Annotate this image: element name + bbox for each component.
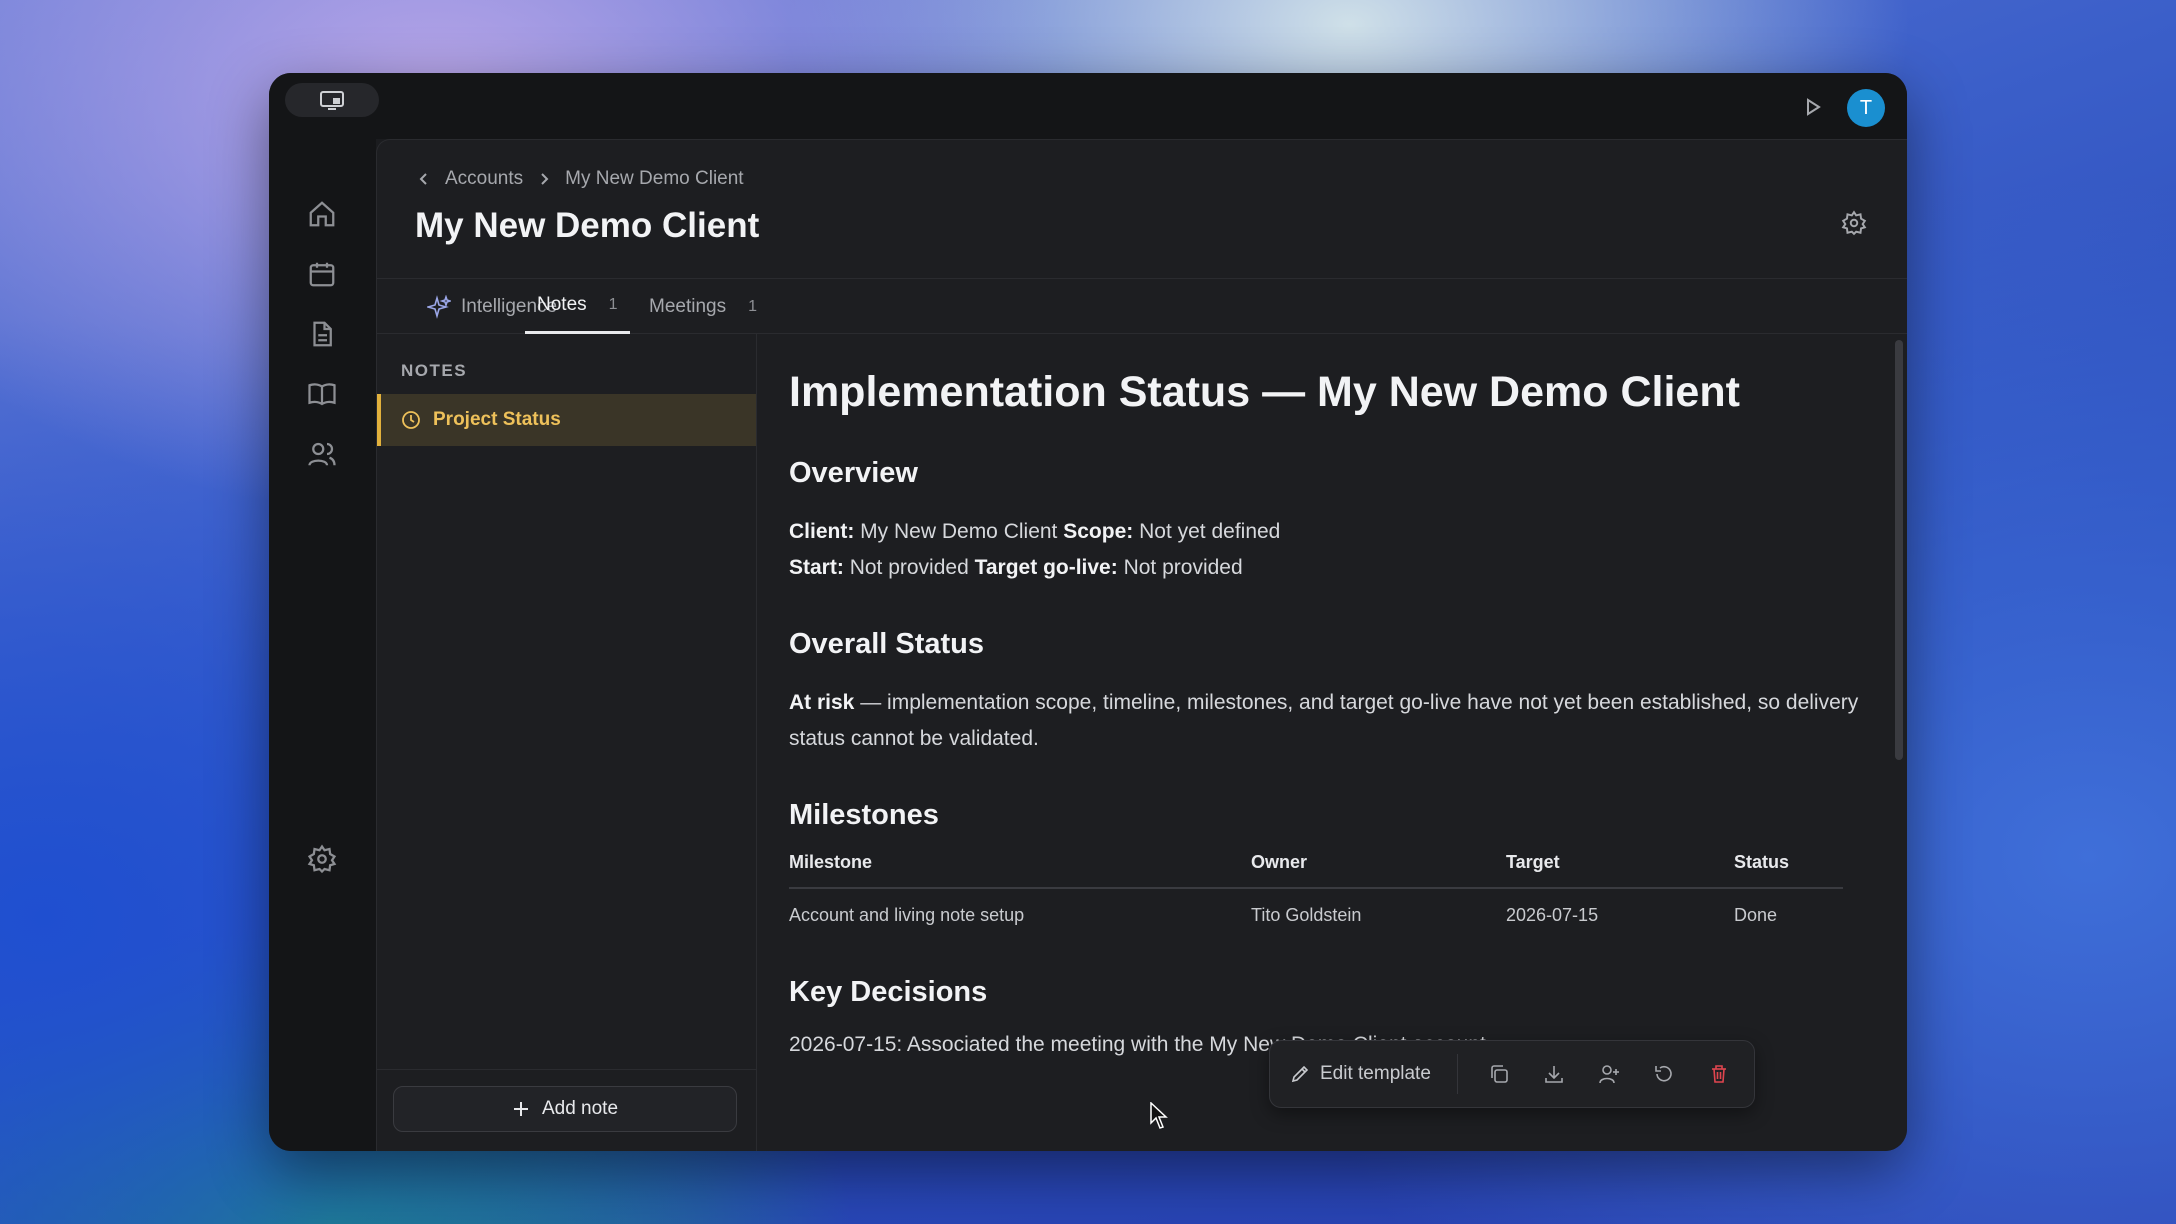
share-user-icon bbox=[1599, 1065, 1620, 1084]
main-content: Accounts My New Demo Client My New Demo … bbox=[376, 139, 1907, 1151]
nav-library[interactable] bbox=[305, 377, 339, 411]
client-label: Client: bbox=[789, 520, 855, 543]
sidebar-icon bbox=[320, 91, 344, 110]
user-avatar[interactable]: T bbox=[1847, 89, 1885, 127]
overview-section: Overview Client: My New Demo Client Scop… bbox=[789, 457, 1865, 586]
tab-label: Meetings bbox=[649, 295, 727, 317]
copy-button[interactable] bbox=[1472, 1054, 1527, 1094]
share-button[interactable] bbox=[1582, 1054, 1637, 1094]
overview-heading: Overview bbox=[789, 457, 918, 489]
golive-value: Not provided bbox=[1123, 556, 1243, 579]
column-header: Owner bbox=[1251, 844, 1506, 889]
scope-label: Scope: bbox=[1063, 520, 1134, 543]
column-header: Target bbox=[1506, 844, 1734, 889]
column-header: Milestone bbox=[789, 844, 1251, 889]
clock-icon bbox=[402, 411, 420, 429]
key-decisions-heading: Key Decisions bbox=[789, 976, 988, 1008]
notes-panel: NOTES Project Status Add note bbox=[377, 334, 757, 1151]
copy-icon bbox=[1491, 1065, 1509, 1083]
edit-template-button[interactable]: Edit template bbox=[1290, 1054, 1458, 1094]
overall-status-text: At risk — implementation scope, timeline… bbox=[789, 685, 1865, 757]
nav-settings[interactable] bbox=[305, 842, 339, 876]
plus-icon bbox=[513, 1102, 528, 1116]
sidebar-toggle-button[interactable] bbox=[285, 83, 379, 117]
nav-calendar[interactable] bbox=[305, 257, 339, 291]
breadcrumb: Accounts My New Demo Client bbox=[417, 168, 744, 190]
account-settings-button[interactable] bbox=[1841, 210, 1867, 236]
notes-footer: Add note bbox=[377, 1069, 756, 1151]
table-header-row: Milestone Owner Target Status bbox=[789, 844, 1843, 889]
table-cell: 2026-07-15 bbox=[1506, 905, 1599, 925]
sparkle-icon bbox=[427, 294, 451, 319]
golive-label: Target go-live: bbox=[974, 556, 1118, 579]
mouse-cursor-icon bbox=[1150, 1102, 1168, 1129]
nav-rail bbox=[269, 139, 376, 1151]
tab-bar: Intelligence Notes 1 Meetings 1 bbox=[377, 278, 1907, 334]
gear-icon bbox=[307, 844, 337, 874]
nav-documents[interactable] bbox=[305, 317, 339, 351]
gear-icon bbox=[1841, 210, 1867, 236]
note-toolbar: Edit template bbox=[1269, 1040, 1755, 1108]
status-description: — implementation scope, timeline, milest… bbox=[789, 691, 1859, 750]
restore-button[interactable] bbox=[1637, 1054, 1692, 1094]
breadcrumb-accounts[interactable]: Accounts bbox=[445, 168, 523, 190]
play-icon bbox=[1807, 98, 1821, 116]
column-header: Status bbox=[1734, 844, 1843, 889]
table-cell: Done bbox=[1734, 905, 1778, 925]
note-item-project-status[interactable]: Project Status bbox=[377, 394, 756, 446]
milestones-table: Milestone Owner Target Status Account an… bbox=[789, 844, 1843, 940]
add-note-button[interactable]: Add note bbox=[393, 1086, 737, 1132]
pencil-icon bbox=[1291, 1065, 1309, 1083]
chevron-left-icon[interactable] bbox=[417, 172, 431, 186]
start-value: Not provided bbox=[849, 556, 969, 579]
play-button[interactable] bbox=[1799, 93, 1827, 121]
trash-icon bbox=[1712, 1065, 1727, 1083]
start-label: Start: bbox=[789, 556, 844, 579]
overall-status-heading: Overall Status bbox=[789, 628, 985, 660]
document-title: Implementation Status — My New Demo Clie… bbox=[789, 368, 1740, 416]
tab-notes[interactable]: Notes 1 bbox=[525, 279, 630, 334]
nav-people[interactable] bbox=[305, 437, 339, 471]
download-icon bbox=[1545, 1066, 1564, 1083]
table-cell: Account and living note setup bbox=[789, 905, 1025, 925]
note-item-label: Project Status bbox=[433, 409, 561, 430]
top-bar: T bbox=[269, 73, 1907, 139]
notes-heading: NOTES bbox=[401, 361, 468, 380]
tab-count: 1 bbox=[748, 297, 758, 315]
tab-meetings[interactable]: Meetings 1 bbox=[649, 279, 757, 334]
tab-count: 1 bbox=[608, 296, 618, 313]
add-note-label: Add note bbox=[541, 1098, 619, 1119]
breadcrumb-current: My New Demo Client bbox=[565, 168, 744, 189]
scope-value: Not yet defined bbox=[1139, 520, 1281, 543]
document-scrollbar[interactable] bbox=[1895, 340, 1903, 760]
client-value: My New Demo Client bbox=[860, 520, 1058, 543]
restore-icon bbox=[1655, 1065, 1673, 1082]
delete-button[interactable] bbox=[1692, 1054, 1747, 1094]
overview-line-2: Start: Not provided Target go-live: Not … bbox=[789, 550, 1865, 586]
calendar-icon bbox=[309, 262, 335, 287]
status-label: At risk bbox=[789, 691, 855, 714]
table-cell: Tito Goldstein bbox=[1251, 905, 1362, 925]
milestones-heading: Milestones bbox=[789, 799, 939, 831]
edit-template-label: Edit template bbox=[1320, 1063, 1431, 1084]
note-document: Implementation Status — My New Demo Clie… bbox=[757, 334, 1907, 1151]
page-title: My New Demo Client bbox=[415, 206, 760, 245]
tab-label: Notes bbox=[537, 294, 587, 315]
overall-status-section: Overall Status At risk — implementation … bbox=[789, 628, 1865, 757]
chevron-right-icon bbox=[541, 173, 549, 185]
milestones-section: Milestones Milestone Owner Target Status bbox=[789, 799, 1865, 940]
document-icon bbox=[313, 321, 332, 347]
download-button[interactable] bbox=[1527, 1054, 1582, 1094]
table-row: Account and living note setup Tito Golds… bbox=[789, 888, 1843, 940]
users-icon bbox=[308, 442, 336, 466]
book-icon bbox=[308, 383, 336, 406]
app-window: T Accounts My New Demo Client My New Dem… bbox=[269, 73, 1907, 1151]
nav-home[interactable] bbox=[305, 197, 339, 231]
home-icon bbox=[309, 201, 335, 227]
overview-line-1: Client: My New Demo Client Scope: Not ye… bbox=[789, 514, 1865, 550]
